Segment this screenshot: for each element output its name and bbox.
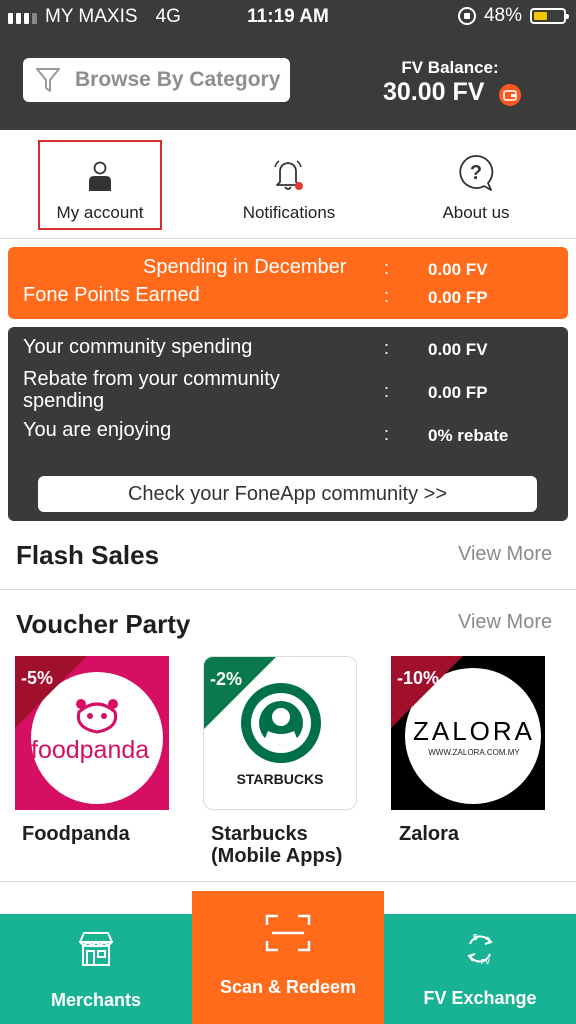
nav-about-us[interactable]: ? About us: [420, 140, 532, 228]
spending-value: 0.00 FV: [428, 260, 488, 279]
discount-text: -2%: [210, 669, 243, 689]
spending-label: Spending in December: [143, 256, 347, 278]
battery-icon: [530, 8, 569, 24]
nav-notifications[interactable]: Notifications: [220, 140, 358, 228]
discount-ribbon: [204, 657, 276, 729]
filter-icon: [36, 68, 60, 92]
tab-label-scan-redeem: Scan & Redeem: [219, 977, 357, 997]
flash-sales-title: Flash Sales: [16, 540, 160, 570]
tab-label-fv-exchange: FV Exchange: [423, 988, 537, 1008]
nav-label-my-account: My account: [56, 203, 144, 222]
voucher-card-starbucks[interactable]: STARBUCKS -2%: [203, 656, 357, 810]
divider: [0, 881, 576, 882]
points-label: Fone Points Earned: [23, 284, 200, 306]
discount-text: -5%: [21, 668, 54, 688]
notification-badge: [295, 182, 303, 190]
enjoying-value: 0% rebate: [428, 426, 509, 445]
tab-fv-exchange[interactable]: $ FV FV Exchange: [384, 914, 576, 1024]
colon: :: [384, 286, 390, 306]
starbucks-brand-text: STARBUCKS: [236, 771, 324, 787]
voucher-name-zalora[interactable]: Zalora: [399, 823, 459, 845]
community-spending-label: Your community spending: [23, 336, 253, 358]
voucher-card-zalora[interactable]: ZALORA WWW.ZALORA.COM.MY -10%: [391, 656, 545, 810]
voucher-party-title: Voucher Party: [16, 609, 191, 639]
status-bar: MY MAXIS 4G 11:19 AM 48%: [0, 0, 576, 32]
status-right: 48%: [457, 5, 569, 27]
nav-my-account[interactable]: My account: [38, 140, 162, 230]
tab-scan-redeem[interactable]: Scan & Redeem: [192, 891, 384, 1024]
voucher-name-starbucks[interactable]: Starbucks (Mobile Apps): [211, 823, 381, 867]
colon: :: [384, 338, 390, 358]
rotation-lock-icon: [457, 7, 476, 25]
nav-label-notifications: Notifications: [242, 203, 336, 222]
voucher-party-view-more[interactable]: View More: [458, 611, 552, 634]
balance-label: FV Balance:: [401, 58, 499, 77]
user-icon: [89, 161, 111, 191]
balance-value: 30.00 FV: [383, 78, 485, 106]
community-spending-value: 0.00 FV: [428, 340, 488, 359]
voucher-name-foodpanda[interactable]: Foodpanda: [22, 823, 130, 845]
exchange-icon: $ FV: [467, 933, 493, 966]
flash-sales-view-more[interactable]: View More: [458, 543, 552, 566]
divider: [0, 238, 576, 239]
browse-category-button[interactable]: Browse By Category: [23, 58, 290, 102]
svg-text:?: ?: [470, 162, 482, 184]
discount-ribbon: [391, 656, 463, 728]
rebate-label: Rebate from your community spending: [23, 368, 280, 412]
zalora-brand-url: WWW.ZALORA.COM.MY: [428, 748, 520, 757]
foodpanda-brand-text: foodpanda: [31, 736, 150, 764]
wallet-glyph-icon: [503, 90, 517, 101]
check-community-button[interactable]: Check your FoneApp community >>: [38, 476, 537, 512]
browse-category-label: Browse By Category: [75, 68, 281, 91]
store-icon: [79, 932, 113, 966]
rebate-value: 0.00 FP: [428, 383, 488, 402]
divider: [0, 589, 576, 590]
discount-ribbon: [15, 656, 87, 728]
svg-text:FV: FV: [481, 959, 490, 966]
colon: :: [384, 424, 390, 444]
tab-label-merchants: Merchants: [50, 990, 142, 1010]
points-value: 0.00 FP: [428, 288, 488, 307]
battery-level: [534, 12, 547, 20]
colon: :: [384, 258, 390, 278]
scan-icon: [265, 914, 311, 952]
tab-merchants[interactable]: Merchants: [0, 914, 192, 1024]
discount-text: -10%: [397, 668, 440, 688]
colon: :: [384, 381, 390, 401]
svg-text:$: $: [473, 933, 478, 942]
battery-percent: 48%: [483, 5, 522, 26]
nav-label-about-us: About us: [442, 203, 510, 222]
wallet-icon[interactable]: [499, 84, 521, 106]
voucher-card-foodpanda[interactable]: foodpanda -5%: [15, 656, 169, 810]
enjoying-label: You are enjoying: [23, 419, 172, 441]
bell-icon: [274, 160, 303, 190]
question-icon: ?: [459, 155, 494, 191]
spending-card: Spending in December : 0.00 FV Fone Poin…: [8, 247, 568, 319]
community-card: Your community spending : 0.00 FV Rebate…: [8, 327, 568, 521]
